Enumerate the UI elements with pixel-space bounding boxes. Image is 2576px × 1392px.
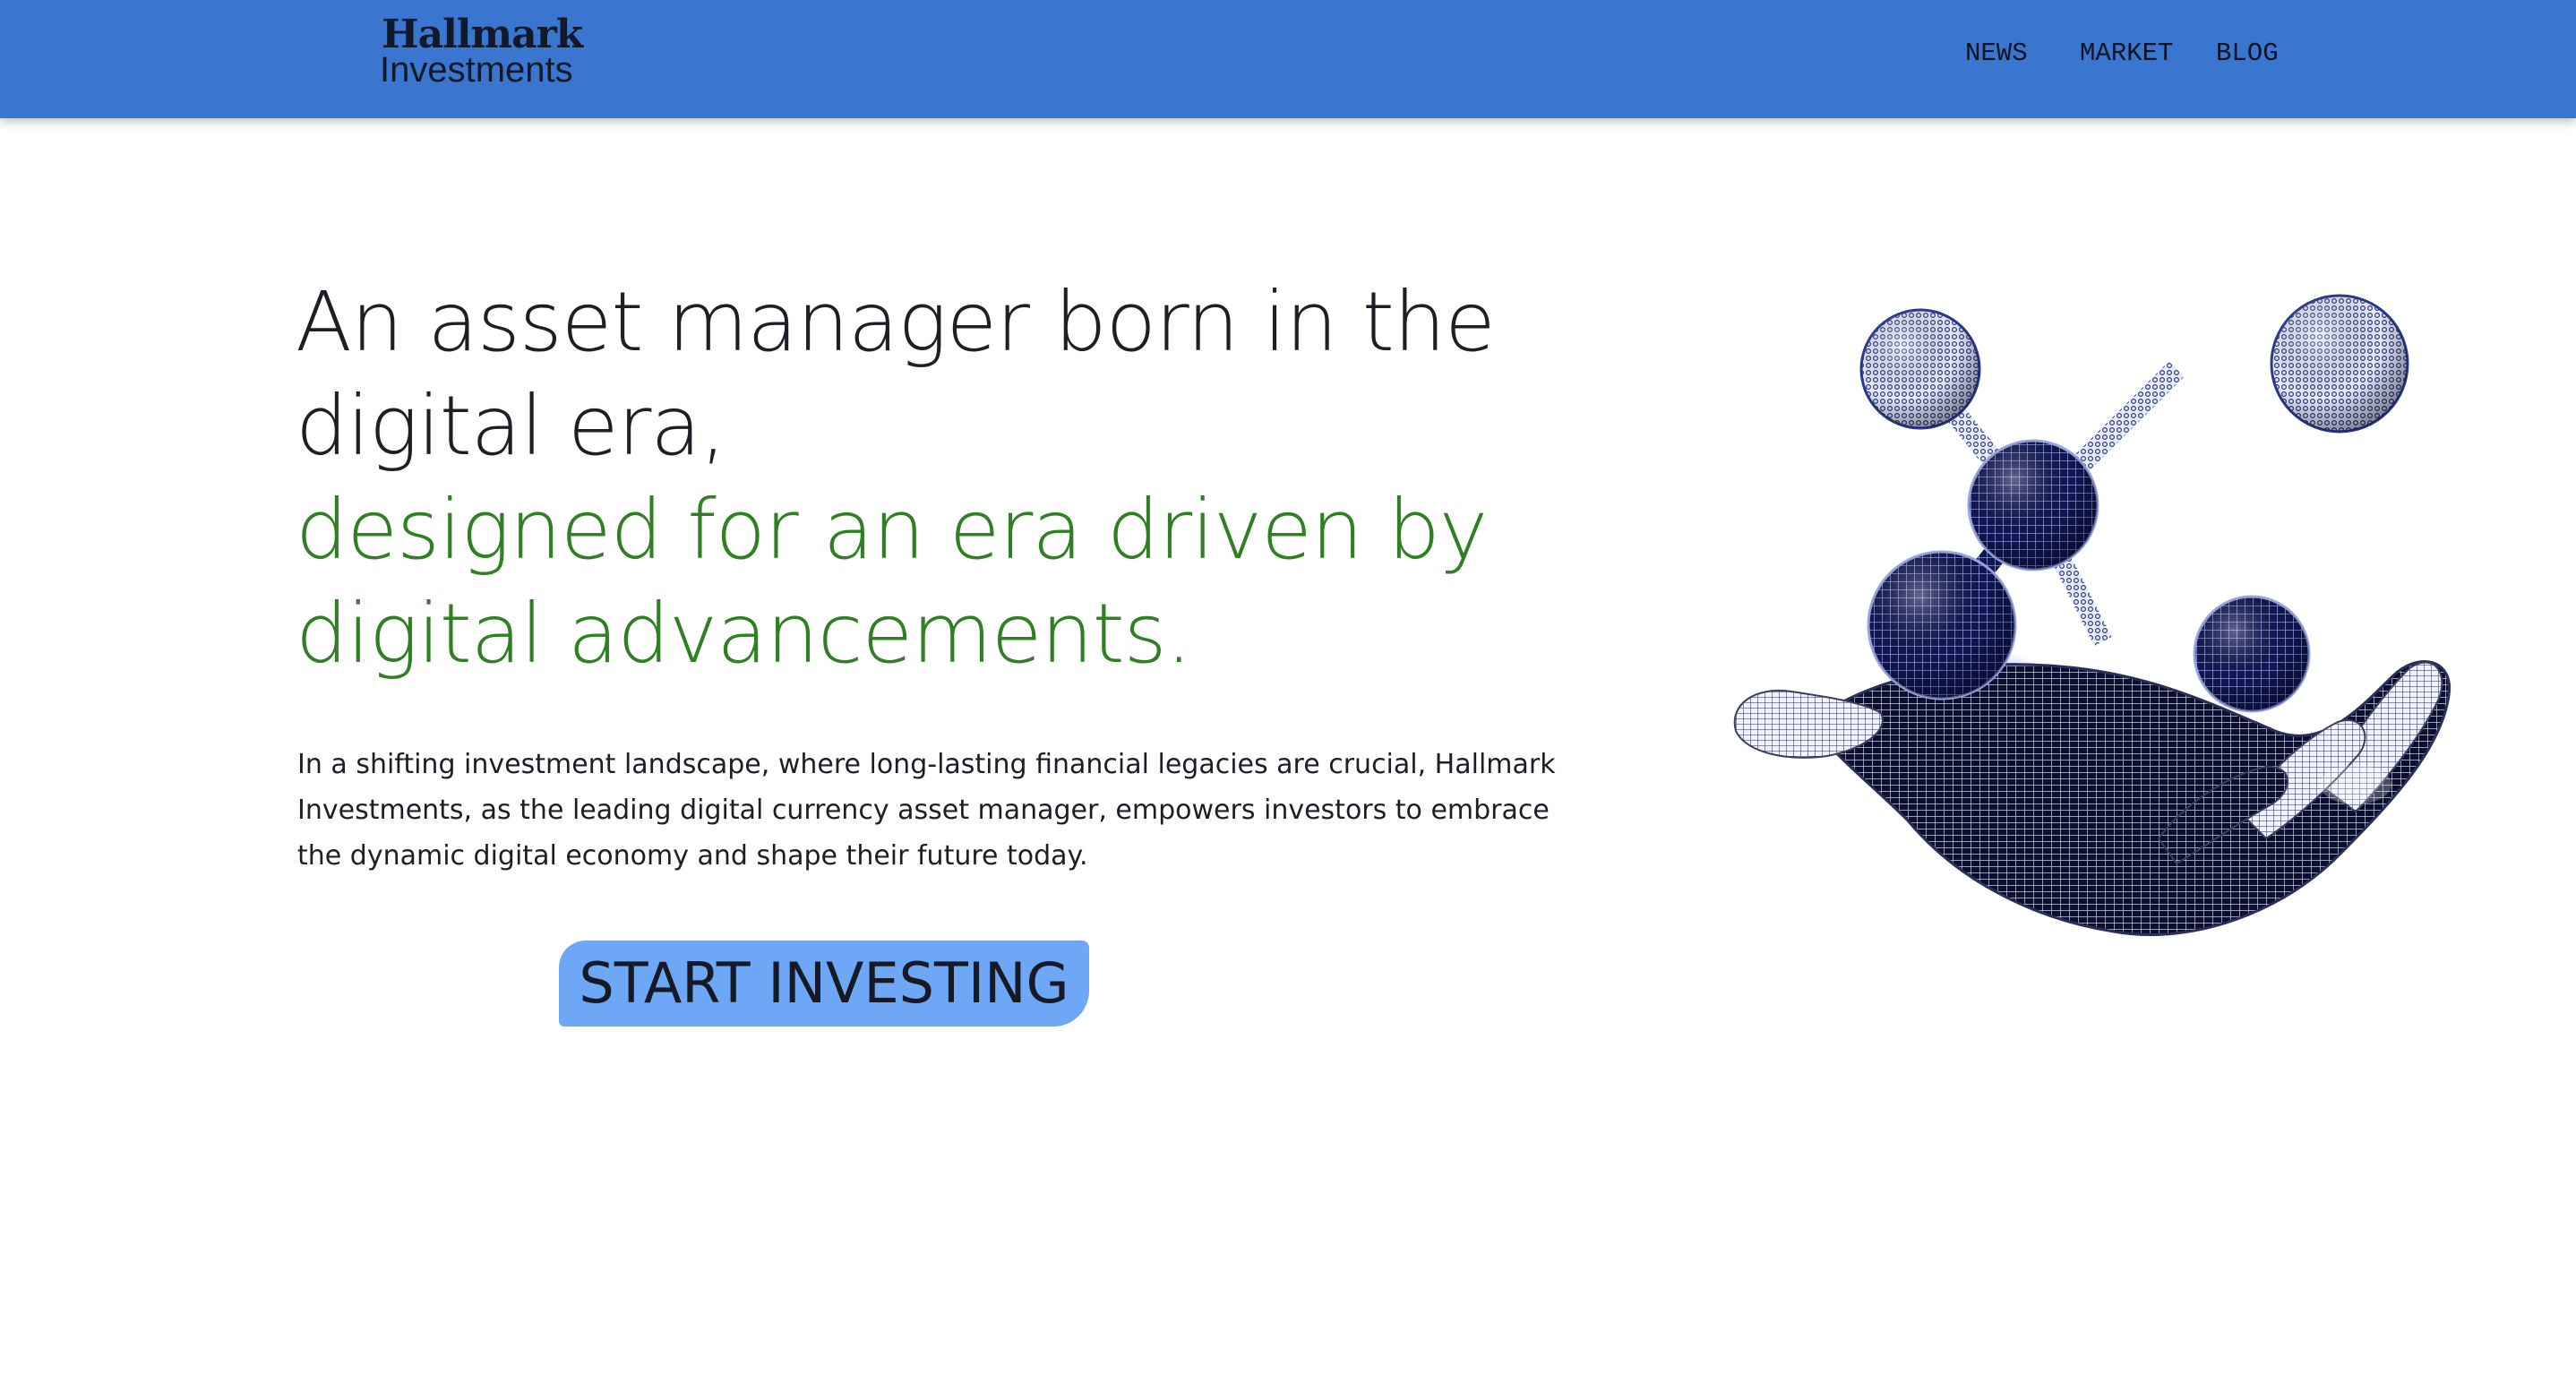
nav-link-news[interactable]: NEWS bbox=[1965, 36, 2028, 72]
hero-headline-lead: An asset manager born in the digital era… bbox=[296, 274, 1496, 474]
start-investing-button[interactable]: START INVESTING bbox=[559, 941, 1089, 1027]
wireframe-hand bbox=[1733, 650, 2451, 936]
logo-wordmark-investments: Investments bbox=[380, 50, 573, 90]
wireframe-hand-holding-molecule-icon bbox=[1733, 294, 2451, 936]
nav-link-blog[interactable]: BLOG bbox=[2216, 36, 2279, 72]
nav-link-market[interactable]: MARKET bbox=[2080, 36, 2173, 72]
hero-intro-paragraph: In a shifting investment landscape, wher… bbox=[297, 749, 1556, 872]
brand-logo[interactable]: Hallmark Investments bbox=[380, 13, 586, 90]
top-navigation-bar: Hallmark Investments NEWS MARKET BLOG bbox=[0, 0, 2576, 118]
molecule-spheres bbox=[1859, 294, 2409, 713]
hero-headline-accent: designed for an era driven by digital ad… bbox=[296, 482, 1488, 682]
hero-headline: An asset manager born in the digital era… bbox=[296, 271, 1639, 686]
